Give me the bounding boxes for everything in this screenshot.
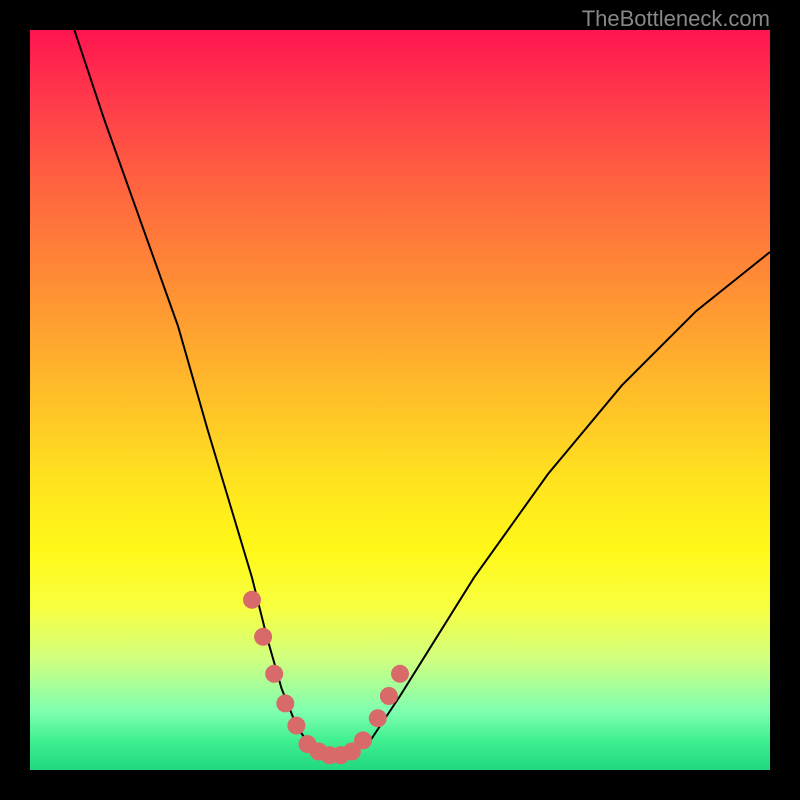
highlight-dot	[354, 731, 372, 749]
highlight-dot	[254, 628, 272, 646]
highlight-dot	[265, 665, 283, 683]
bottleneck-chart	[30, 30, 770, 770]
highlight-dot	[391, 665, 409, 683]
highlight-dot	[287, 717, 305, 735]
bottleneck-curve-line	[74, 30, 770, 755]
chart-plot-area	[30, 30, 770, 770]
watermark-text: TheBottleneck.com	[582, 6, 770, 32]
highlight-dot	[380, 687, 398, 705]
highlight-dot	[243, 591, 261, 609]
highlight-dots-group	[243, 591, 409, 764]
highlight-dot	[369, 709, 387, 727]
highlight-dot	[276, 694, 294, 712]
